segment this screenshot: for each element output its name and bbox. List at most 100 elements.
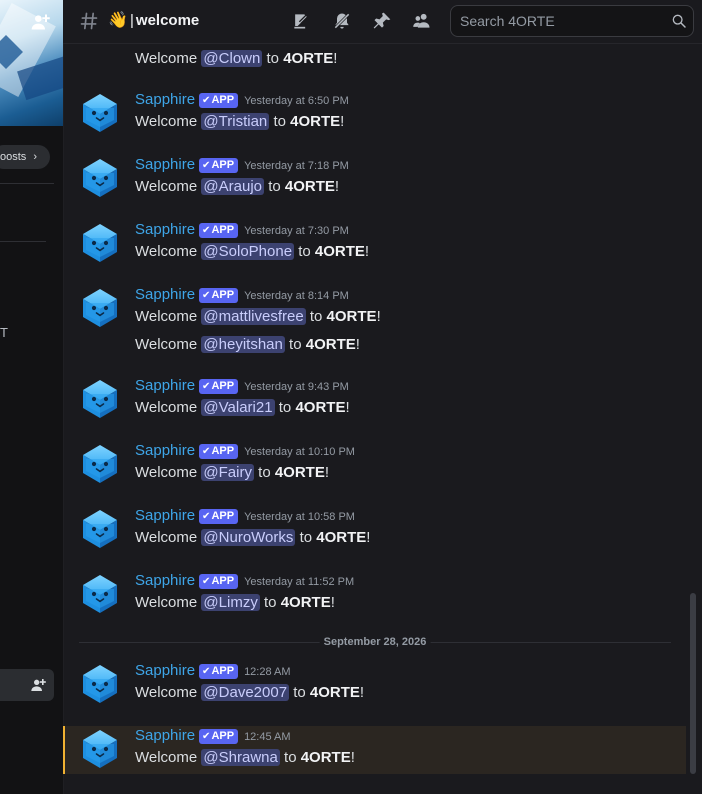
user-mention[interactable]: @Fairy bbox=[201, 464, 254, 481]
members-icon[interactable] bbox=[412, 11, 432, 31]
user-mention[interactable]: @mattlivesfree bbox=[201, 308, 306, 325]
bot-avatar[interactable] bbox=[80, 288, 120, 328]
mute-bell-icon[interactable] bbox=[332, 11, 352, 31]
message-author-line: Sapphire ✔APP Yesterday at 10:10 PM bbox=[135, 441, 355, 461]
message-content: Welcome @NuroWorks to 4ORTE! bbox=[135, 527, 370, 549]
message-timestamp[interactable]: Yesterday at 8:14 PM bbox=[244, 290, 349, 302]
author-name[interactable]: Sapphire bbox=[135, 442, 195, 459]
search-input[interactable]: Search 4ORTE bbox=[460, 13, 555, 30]
welcome-text: Welcome bbox=[135, 243, 198, 260]
author-name[interactable]: Sapphire bbox=[135, 572, 195, 589]
user-mention[interactable]: @SoloPhone bbox=[201, 243, 295, 260]
message-timestamp[interactable]: 12:28 AM bbox=[244, 666, 290, 678]
server-name: 4ORTE bbox=[290, 113, 341, 130]
app-badge-label: APP bbox=[211, 159, 235, 171]
author-name[interactable]: Sapphire bbox=[135, 507, 195, 524]
message-author-line: Sapphire ✔APP Yesterday at 7:30 PM bbox=[135, 220, 349, 240]
bot-avatar[interactable] bbox=[80, 379, 120, 419]
message-author-line: Sapphire ✔APP Yesterday at 10:58 PM bbox=[135, 506, 355, 526]
app-badge: ✔APP bbox=[199, 574, 239, 589]
punctuation: ! bbox=[345, 399, 350, 416]
scrollbar-thumb[interactable] bbox=[690, 593, 696, 774]
punctuation: ! bbox=[350, 749, 355, 766]
add-user-icon[interactable] bbox=[30, 677, 46, 693]
bot-avatar[interactable] bbox=[80, 158, 120, 198]
bot-avatar[interactable] bbox=[80, 574, 120, 614]
user-mention[interactable]: @Araujo bbox=[201, 178, 265, 195]
punctuation: ! bbox=[359, 684, 365, 701]
to-text: to bbox=[273, 113, 286, 130]
invite-members-icon[interactable] bbox=[30, 12, 50, 32]
threads-icon[interactable] bbox=[291, 11, 311, 31]
user-mention[interactable]: @heyitshan bbox=[201, 336, 285, 353]
author-name[interactable]: Sapphire bbox=[135, 91, 195, 108]
message-timestamp[interactable]: Yesterday at 7:30 PM bbox=[244, 225, 349, 237]
verified-check-icon: ✔ bbox=[202, 290, 211, 301]
server-name: 4ORTE bbox=[309, 684, 360, 701]
message-timestamp[interactable]: Yesterday at 7:18 PM bbox=[244, 160, 349, 172]
app-badge-label: APP bbox=[211, 665, 235, 677]
message-author-line: Sapphire ✔APP Yesterday at 11:52 PM bbox=[135, 571, 354, 591]
server-name: 4ORTE bbox=[300, 749, 351, 766]
bot-avatar[interactable] bbox=[80, 664, 120, 704]
message-content: Welcome @heyitshan to 4ORTE! bbox=[135, 334, 360, 356]
welcome-text: Welcome bbox=[135, 749, 198, 766]
app-badge-label: APP bbox=[211, 224, 235, 236]
bot-avatar[interactable] bbox=[80, 509, 120, 549]
message-timestamp[interactable]: 12:45 AM bbox=[244, 731, 290, 743]
user-mention[interactable]: @Shrawna bbox=[201, 749, 280, 766]
bot-avatar[interactable] bbox=[80, 223, 120, 263]
user-mention[interactable]: @Clown bbox=[201, 50, 263, 67]
search-icon[interactable] bbox=[671, 13, 687, 29]
message-timestamp[interactable]: Yesterday at 9:43 PM bbox=[244, 381, 349, 393]
welcome-text: Welcome bbox=[135, 529, 198, 546]
punctuation: ! bbox=[376, 308, 381, 325]
message-content: Welcome @Dave2007 to 4ORTE! bbox=[135, 682, 364, 704]
author-name[interactable]: Sapphire bbox=[135, 221, 195, 238]
punctuation: ! bbox=[334, 178, 340, 195]
search-box[interactable]: Search 4ORTE bbox=[450, 5, 694, 37]
verified-check-icon: ✔ bbox=[202, 731, 211, 742]
user-mention[interactable]: @Tristian bbox=[201, 113, 270, 130]
message-content: Welcome @Tristian to 4ORTE! bbox=[135, 111, 344, 133]
punctuation: ! bbox=[340, 113, 345, 130]
server-sidebar: oosts › T bbox=[0, 0, 64, 794]
pin-icon[interactable] bbox=[372, 11, 392, 31]
author-name[interactable]: Sapphire bbox=[135, 727, 195, 744]
user-mention[interactable]: @NuroWorks bbox=[201, 529, 296, 546]
verified-check-icon: ✔ bbox=[202, 225, 211, 236]
author-name[interactable]: Sapphire bbox=[135, 286, 195, 303]
bot-avatar[interactable] bbox=[80, 444, 120, 484]
punctuation: ! bbox=[324, 464, 330, 481]
to-text: to bbox=[299, 529, 313, 546]
verified-check-icon: ✔ bbox=[202, 666, 211, 677]
boosts-pill[interactable]: oosts › bbox=[0, 145, 50, 169]
user-mention[interactable]: @Limzy bbox=[201, 594, 260, 611]
app-badge: ✔APP bbox=[199, 729, 239, 744]
welcome-text: Welcome bbox=[135, 50, 198, 67]
app-badge: ✔APP bbox=[199, 158, 239, 173]
sidebar-invite-row[interactable] bbox=[0, 669, 54, 701]
message-timestamp[interactable]: Yesterday at 6:50 PM bbox=[244, 95, 349, 107]
bot-avatar[interactable] bbox=[80, 93, 120, 133]
author-name[interactable]: Sapphire bbox=[135, 662, 195, 679]
app-badge: ✔APP bbox=[199, 444, 239, 459]
date-divider: September 28, 2026 bbox=[79, 636, 671, 649]
author-name[interactable]: Sapphire bbox=[135, 156, 195, 173]
message-timestamp[interactable]: Yesterday at 10:10 PM bbox=[244, 446, 355, 458]
user-mention[interactable]: @Valari21 bbox=[201, 399, 275, 416]
to-text: to bbox=[264, 594, 277, 611]
app-badge-label: APP bbox=[211, 380, 235, 392]
message-timestamp[interactable]: Yesterday at 10:58 PM bbox=[244, 511, 355, 523]
server-name: 4ORTE bbox=[295, 399, 346, 416]
sidebar-divider bbox=[0, 241, 46, 242]
to-text: to bbox=[266, 50, 280, 67]
bot-avatar[interactable] bbox=[80, 729, 120, 769]
message-author-line: Sapphire ✔APP Yesterday at 6:50 PM bbox=[135, 90, 349, 110]
message-content: Welcome @mattlivesfree to 4ORTE! bbox=[135, 306, 381, 328]
author-name[interactable]: Sapphire bbox=[135, 377, 195, 394]
user-mention[interactable]: @Dave2007 bbox=[201, 684, 290, 701]
verified-check-icon: ✔ bbox=[202, 381, 211, 392]
message-timestamp[interactable]: Yesterday at 11:52 PM bbox=[244, 576, 354, 588]
server-name: 4ORTE bbox=[305, 336, 356, 353]
